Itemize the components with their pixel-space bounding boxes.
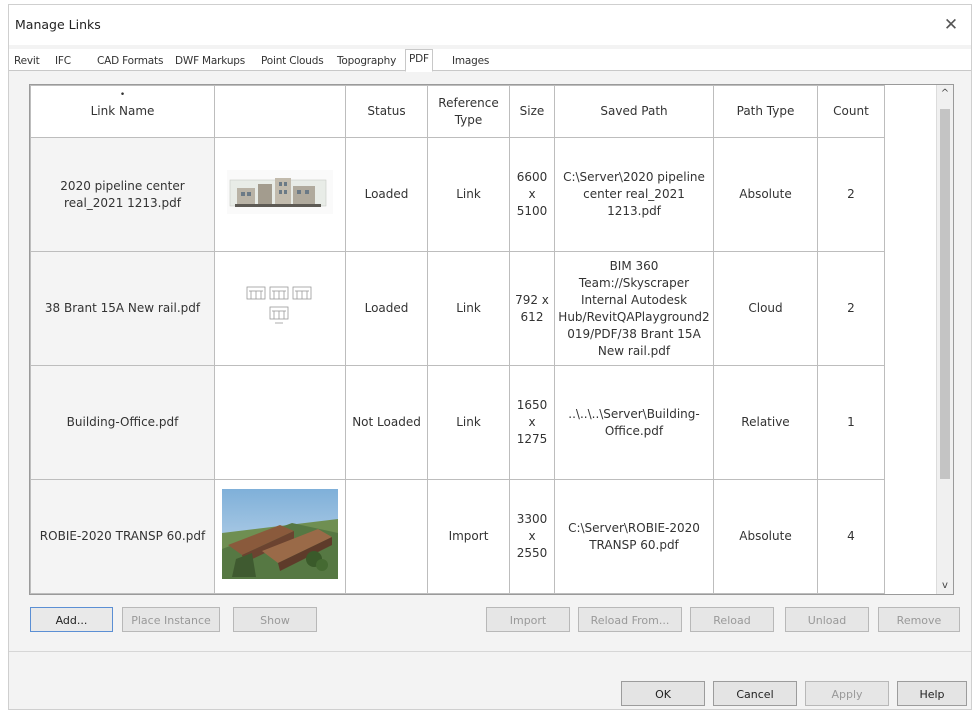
close-icon[interactable]: ✕ bbox=[937, 11, 965, 39]
column-header-count[interactable]: Count bbox=[817, 85, 885, 138]
column-header-path-type[interactable]: Path Type bbox=[713, 85, 818, 138]
cell-path-type[interactable]: Relative bbox=[713, 365, 818, 480]
cell-path-type[interactable]: Absolute bbox=[713, 137, 818, 252]
cell-count: 2 bbox=[817, 251, 885, 366]
cell-preview bbox=[214, 479, 346, 594]
cell-link-name[interactable]: ROBIE-2020 TRANSP 60.pdf bbox=[30, 479, 215, 594]
cell-size: 3300 x 2550 bbox=[509, 479, 555, 594]
cell-link-name[interactable]: Building-Office.pdf bbox=[30, 365, 215, 480]
cell-count: 1 bbox=[817, 365, 885, 480]
cell-count: 2 bbox=[817, 137, 885, 252]
unload-button[interactable]: Unload bbox=[785, 607, 869, 632]
import-button[interactable]: Import bbox=[486, 607, 570, 632]
cell-saved-path: C:\Server\2020 pipeline center real_2021… bbox=[554, 137, 714, 252]
cell-preview bbox=[214, 593, 346, 594]
table-row[interactable]: Building-Office.pdf Not Loaded Link 1650… bbox=[30, 365, 885, 480]
tab-dwf-markups[interactable]: DWF Markups bbox=[172, 53, 248, 71]
cell-saved-path: ..\..\..\Server\Building-Office.pdf bbox=[554, 365, 714, 480]
title-bar: Manage Links ✕ bbox=[9, 5, 971, 45]
ok-button[interactable]: OK bbox=[621, 681, 705, 706]
cell-size: 792 x 612 bbox=[509, 251, 555, 366]
scroll-up-icon[interactable]: ^ bbox=[937, 85, 953, 102]
table-row[interactable]: 38 Brant 15A New rail.pdf Loaded Link 79… bbox=[30, 251, 885, 366]
cell-status bbox=[345, 479, 428, 594]
cell-link-name[interactable] bbox=[30, 593, 215, 594]
cell-path-type[interactable]: Cloud bbox=[713, 251, 818, 366]
column-header-size[interactable]: Size bbox=[509, 85, 555, 138]
cell-reference-type[interactable]: Import bbox=[427, 479, 510, 594]
add-button[interactable]: Add... bbox=[30, 607, 113, 632]
cancel-button[interactable]: Cancel bbox=[713, 681, 797, 706]
cell-saved-path: BIM 360 Team://Skyscraper Internal Autod… bbox=[554, 251, 714, 366]
tab-content: • Link Name Status Reference Type Size S… bbox=[9, 71, 971, 651]
cell-size: 1650 x 1275 bbox=[509, 365, 555, 480]
column-header-status[interactable]: Status bbox=[345, 85, 428, 138]
column-label: Link Name bbox=[90, 104, 155, 118]
tab-ifc[interactable]: IFC bbox=[52, 53, 74, 71]
tab-strip: Revit IFC CAD Formats DWF Markups Point … bbox=[9, 49, 971, 72]
cell-preview bbox=[214, 365, 346, 480]
building-elevation-thumbnail bbox=[227, 170, 333, 214]
cell-path-type[interactable] bbox=[713, 593, 818, 594]
divider bbox=[9, 651, 971, 652]
cell-saved-path bbox=[554, 593, 714, 594]
cell-status bbox=[345, 593, 428, 594]
cell-size bbox=[509, 593, 555, 594]
tab-cad-formats[interactable]: CAD Formats bbox=[94, 53, 166, 71]
cell-reference-type[interactable]: Link bbox=[427, 365, 510, 480]
cell-preview bbox=[214, 251, 346, 366]
cell-status: Not Loaded bbox=[345, 365, 428, 480]
cell-path-type[interactable]: Absolute bbox=[713, 479, 818, 594]
tab-point-clouds[interactable]: Point Clouds bbox=[258, 53, 326, 71]
cell-link-name[interactable]: 2020 pipeline center real_2021 1213.pdf bbox=[30, 137, 215, 252]
sort-indicator-icon: • bbox=[119, 90, 126, 100]
reload-from-button[interactable]: Reload From... bbox=[578, 607, 682, 632]
cell-reference-type[interactable]: Link bbox=[427, 137, 510, 252]
cell-status: Loaded bbox=[345, 251, 428, 366]
aerial-render-thumbnail bbox=[222, 489, 338, 579]
table-row[interactable]: ROBIE-2020 TRANSP 60.pdf Import 3300 x 2… bbox=[30, 479, 885, 594]
dialog-title: Manage Links bbox=[15, 17, 101, 32]
tab-pdf[interactable]: PDF bbox=[405, 49, 433, 72]
scrollbar-thumb[interactable] bbox=[940, 109, 950, 479]
cell-size: 6600 x 5100 bbox=[509, 137, 555, 252]
table-row[interactable] bbox=[30, 593, 885, 594]
cell-reference-type[interactable] bbox=[427, 593, 510, 594]
cell-status: Loaded bbox=[345, 137, 428, 252]
vertical-scrollbar[interactable]: ^ v bbox=[936, 85, 953, 594]
column-header-link-name[interactable]: • Link Name bbox=[30, 85, 215, 138]
remove-button[interactable]: Remove bbox=[878, 607, 960, 632]
show-button[interactable]: Show bbox=[233, 607, 317, 632]
rail-details-thumbnail bbox=[246, 286, 312, 324]
cell-count: 4 bbox=[817, 479, 885, 594]
help-button[interactable]: Help bbox=[897, 681, 967, 706]
manage-links-dialog: Manage Links ✕ Revit IFC CAD Formats DWF… bbox=[8, 4, 972, 710]
cell-link-name[interactable]: 38 Brant 15A New rail.pdf bbox=[30, 251, 215, 366]
column-header-preview[interactable] bbox=[214, 85, 346, 138]
cell-reference-type[interactable]: Link bbox=[427, 251, 510, 366]
tab-topography[interactable]: Topography bbox=[334, 53, 399, 71]
reload-button[interactable]: Reload bbox=[690, 607, 774, 632]
apply-button[interactable]: Apply bbox=[805, 681, 889, 706]
column-header-saved-path[interactable]: Saved Path bbox=[554, 85, 714, 138]
links-table: • Link Name Status Reference Type Size S… bbox=[30, 85, 885, 594]
place-instance-button[interactable]: Place Instance bbox=[122, 607, 220, 632]
header-row: • Link Name Status Reference Type Size S… bbox=[30, 85, 885, 138]
tab-images[interactable]: Images bbox=[449, 53, 492, 71]
links-grid: • Link Name Status Reference Type Size S… bbox=[29, 84, 954, 595]
column-header-reference-type[interactable]: Reference Type bbox=[427, 85, 510, 138]
cell-saved-path: C:\Server\ROBIE-2020 TRANSP 60.pdf bbox=[554, 479, 714, 594]
cell-count bbox=[817, 593, 885, 594]
tab-revit[interactable]: Revit bbox=[11, 53, 43, 71]
cell-preview bbox=[214, 137, 346, 252]
scroll-down-icon[interactable]: v bbox=[937, 577, 953, 594]
table-row[interactable]: 2020 pipeline center real_2021 1213.pdf bbox=[30, 137, 885, 252]
